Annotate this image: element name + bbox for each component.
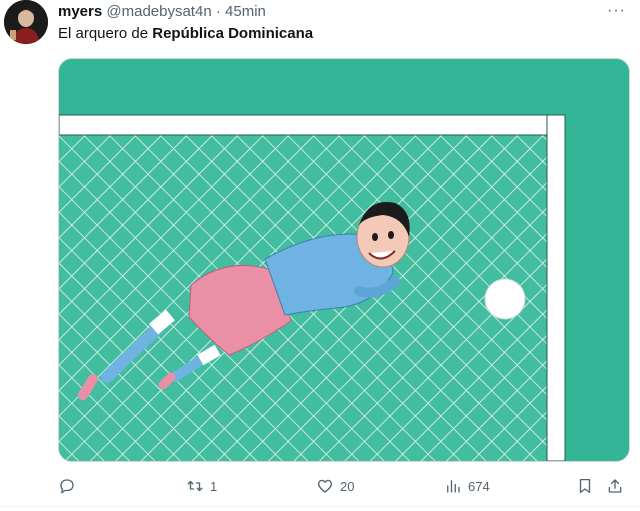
- like-button[interactable]: 20: [316, 472, 354, 500]
- separator-dot: ·: [215, 3, 221, 20]
- tweet-header: myers @madebysat4n · 45min: [58, 2, 266, 22]
- views-button[interactable]: 674: [444, 472, 490, 500]
- more-options-icon[interactable]: ···: [607, 2, 626, 20]
- retweet-count: 1: [210, 478, 218, 494]
- retweet-icon: [187, 480, 203, 492]
- share-button[interactable]: [606, 472, 624, 500]
- user-handle[interactable]: @madebysat4n: [106, 3, 211, 20]
- tweet-actions: 1 20 674: [58, 472, 630, 500]
- views-count: 674: [468, 478, 490, 494]
- tweet-text-plain: El arquero de: [58, 25, 153, 42]
- tweet-text-bold: República Dominicana: [152, 25, 314, 42]
- like-count: 20: [340, 478, 355, 494]
- tweet-media-image[interactable]: [58, 58, 630, 462]
- share-icon: [608, 479, 622, 493]
- timestamp[interactable]: 45min: [225, 3, 266, 20]
- bookmark-button[interactable]: [576, 472, 594, 500]
- tweet-text: El arquero de República Dominicana: [58, 24, 313, 44]
- divider: [0, 506, 640, 507]
- reply-button[interactable]: [58, 472, 82, 500]
- retweet-button[interactable]: 1: [186, 472, 217, 500]
- reply-icon: [60, 479, 74, 494]
- avatar-image: [4, 0, 48, 44]
- views-icon: [447, 480, 460, 493]
- bookmark-icon: [579, 478, 591, 494]
- goalkeeper-illustration: [59, 59, 629, 461]
- avatar[interactable]: [4, 0, 48, 44]
- heart-icon: [317, 479, 333, 493]
- display-name[interactable]: myers: [58, 3, 102, 20]
